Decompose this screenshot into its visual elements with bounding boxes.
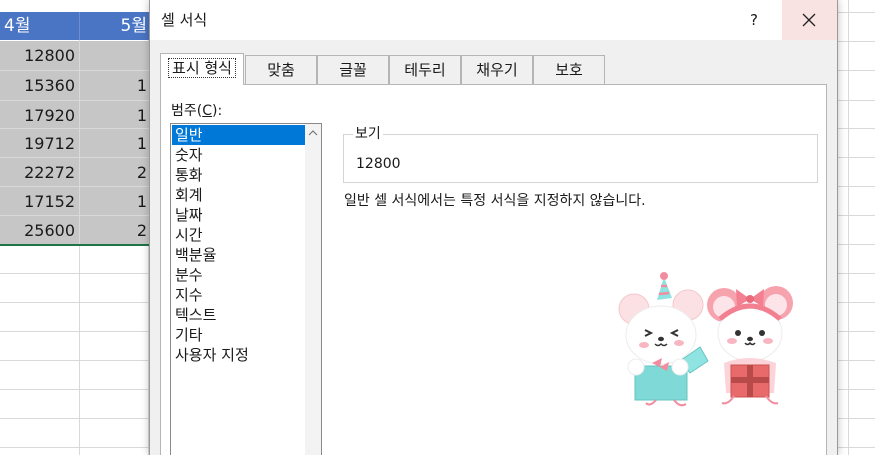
tab-label: 표시 형식	[168, 58, 236, 78]
category-item-custom[interactable]: 사용자 지정	[172, 345, 307, 365]
grid-line	[0, 186, 149, 187]
cell-april-row6[interactable]: 17152	[0, 187, 79, 216]
cell-april-row1[interactable]: 12800	[0, 41, 79, 70]
cell-april-row5[interactable]: 22272	[0, 158, 79, 187]
grid-line	[838, 389, 875, 390]
tab-label: 채우기	[476, 61, 518, 79]
category-item-percentage[interactable]: 백분율	[172, 245, 307, 265]
category-list-scrollbar[interactable]	[305, 124, 321, 455]
grid-line	[838, 244, 875, 245]
category-label-suffix: ):	[212, 103, 223, 119]
category-item-time[interactable]: 시간	[172, 225, 307, 245]
grid-line	[0, 302, 149, 303]
column-header-april[interactable]: 4월	[0, 12, 79, 40]
tab-alignment[interactable]: 맞춤	[245, 55, 317, 85]
grid-line	[838, 100, 875, 101]
cell-april-row3[interactable]: 17920	[0, 101, 79, 130]
grid-line	[0, 389, 149, 390]
close-button[interactable]	[782, 0, 837, 40]
grid-line	[838, 41, 875, 42]
cell-april-row4[interactable]: 19712	[0, 129, 79, 158]
grid-line	[848, 0, 849, 455]
dialog-title: 셀 서식	[161, 11, 208, 29]
grid-line	[0, 215, 149, 216]
grid-line	[838, 157, 875, 158]
cell-may-row4[interactable]: 1	[79, 129, 149, 158]
cell-april-row2[interactable]: 15360	[0, 71, 79, 100]
cell-may-row7[interactable]: 2	[79, 216, 149, 245]
grid-line	[0, 447, 149, 448]
close-icon	[802, 13, 816, 27]
category-label-prefix: 범주(	[171, 103, 203, 119]
column-header-may[interactable]: 5월	[79, 12, 149, 40]
category-item-currency[interactable]: 통화	[172, 165, 307, 185]
category-item-date[interactable]: 날짜	[172, 205, 307, 225]
spreadsheet-right-columns	[838, 0, 875, 455]
tab-number-format[interactable]: 표시 형식	[160, 53, 244, 85]
grid-line	[0, 331, 149, 332]
chevron-up-icon	[308, 130, 318, 136]
dialog-titlebar[interactable]: 셀 서식 ?	[150, 0, 837, 40]
grid-line	[0, 70, 149, 71]
grid-line	[838, 12, 875, 13]
grid-line	[0, 273, 149, 274]
tab-protection[interactable]: 보호	[533, 55, 605, 85]
category-item-fraction[interactable]: 분수	[172, 265, 307, 285]
tab-label: 테두리	[404, 61, 446, 79]
tab-font[interactable]: 글꼴	[317, 55, 389, 85]
category-item-accounting[interactable]: 회계	[172, 185, 307, 205]
category-label-accesskey: C	[202, 103, 213, 119]
tab-label: 글꼴	[339, 61, 367, 79]
cell-may-row5[interactable]: 2	[79, 158, 149, 187]
help-button[interactable]: ?	[726, 0, 782, 40]
grid-line	[0, 128, 149, 129]
cell-may-row3[interactable]: 1	[79, 101, 149, 130]
grid-line	[0, 360, 149, 361]
grid-line	[838, 447, 875, 448]
cell-may-row2[interactable]: 1	[79, 71, 149, 100]
grid-line	[0, 100, 149, 101]
category-list[interactable]: 일반 숫자 통화 회계 날짜 시간 백분율 분수 지수 텍스트 기타 사용자 지…	[170, 123, 322, 455]
category-item-text[interactable]: 텍스트	[172, 305, 307, 325]
sample-group: 보기 12800	[343, 123, 818, 183]
cell-may-row1[interactable]	[79, 41, 149, 70]
grid-line	[838, 273, 875, 274]
grid-line	[838, 302, 875, 303]
tab-border[interactable]: 테두리	[389, 55, 461, 85]
format-description: 일반 셀 서식에서는 특정 서식을 지정하지 않습니다.	[344, 193, 646, 209]
cell-may-row6[interactable]: 1	[79, 187, 149, 216]
scroll-up-button[interactable]	[305, 124, 321, 142]
category-item-general[interactable]: 일반	[172, 125, 307, 145]
tab-fill[interactable]: 채우기	[461, 55, 533, 85]
grid-line	[838, 331, 875, 332]
grid-line	[0, 418, 149, 419]
category-item-number[interactable]: 숫자	[172, 145, 307, 165]
grid-line	[838, 70, 875, 71]
category-item-special[interactable]: 기타	[172, 325, 307, 345]
selection-border	[0, 244, 149, 246]
grid-line	[838, 360, 875, 361]
mice-with-gifts-illustration	[618, 272, 793, 407]
tab-label: 맞춤	[267, 61, 295, 79]
grid-line	[838, 215, 875, 216]
sample-label: 보기	[353, 123, 383, 143]
grid-line	[0, 157, 149, 158]
cell-april-row7[interactable]: 25600	[0, 216, 79, 245]
sample-value: 12800	[356, 156, 401, 172]
grid-line	[838, 128, 875, 129]
grid-line	[838, 418, 875, 419]
tab-label: 보호	[555, 61, 583, 79]
grid-line	[838, 186, 875, 187]
category-item-scientific[interactable]: 지수	[172, 285, 307, 305]
number-format-panel: 범주(C): 일반 숫자 통화 회계 날짜 시간 백분율 분수 지수 텍스트 기…	[160, 84, 827, 455]
format-cells-dialog: 셀 서식 ? 표시 형식 맞춤 글꼴 테두리 채우기 보호 범주(C): 일반 …	[149, 0, 838, 455]
category-label: 범주(C):	[171, 100, 222, 120]
